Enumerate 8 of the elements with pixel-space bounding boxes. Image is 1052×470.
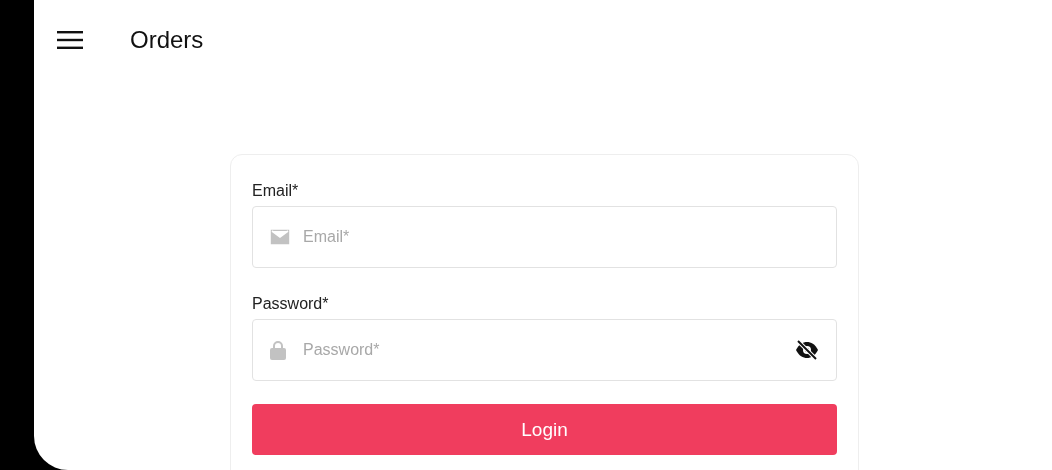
email-field[interactable]: Email* [252,206,837,268]
eye-off-icon[interactable] [795,340,819,360]
login-button[interactable]: Login [252,404,837,455]
field-label: Email* [252,181,300,201]
field-label: Password* [252,294,330,314]
page-title: Orders [130,26,204,54]
menu-icon[interactable] [57,31,83,49]
password-field[interactable]: Password* [252,319,837,381]
